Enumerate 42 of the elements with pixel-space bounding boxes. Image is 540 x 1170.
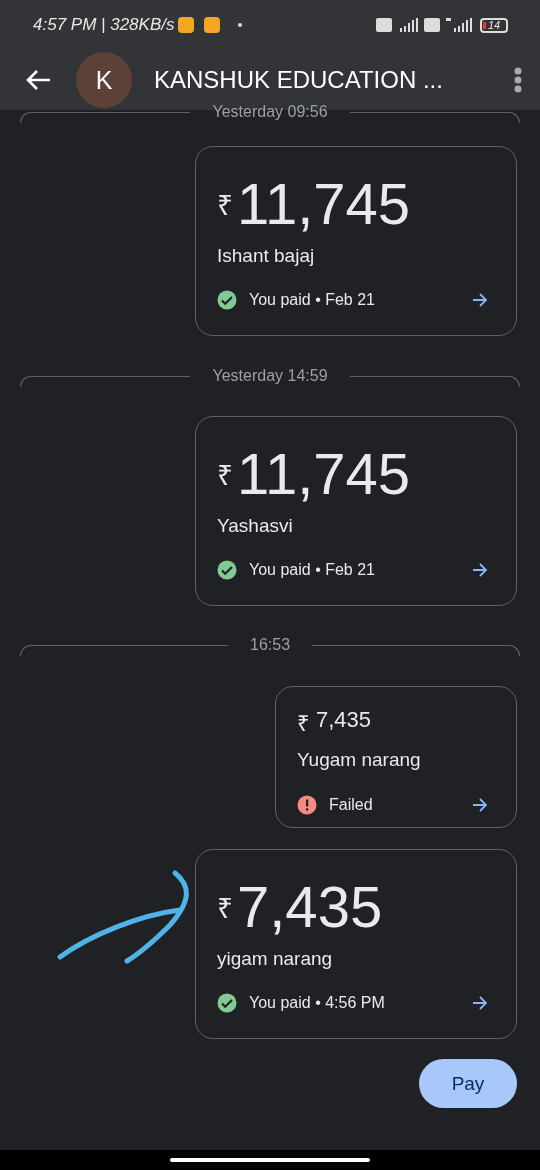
status-text: 4:57 PM | 328KB/s <box>33 15 175 35</box>
amount: 7,435 <box>316 707 372 733</box>
notification-icon <box>204 17 221 33</box>
currency-symbol: ₹ <box>297 710 310 737</box>
avatar: K <box>76 52 132 108</box>
battery-icon: 14 <box>480 17 508 33</box>
currency-symbol: ₹ <box>217 892 233 926</box>
arrow-icon[interactable] <box>472 798 488 812</box>
signal-icon <box>446 18 472 32</box>
payment-card[interactable]: ₹7,435 yigam narang You paid • 4:56 PM <box>195 849 517 1039</box>
more-options-icon[interactable] <box>514 67 522 93</box>
status-text: You paid • Feb 21 <box>249 291 376 309</box>
gesture-handle[interactable] <box>170 1158 370 1162</box>
payment-card[interactable]: ₹11,745 Ishant bajaj You paid • Feb 21 <box>195 146 517 336</box>
notification-icon <box>178 17 195 33</box>
date-label: 16:53 <box>249 635 292 655</box>
amount: 11,745 <box>237 173 411 235</box>
arrow-icon[interactable] <box>472 563 488 577</box>
pay-button[interactable]: Pay <box>419 1059 517 1108</box>
status-text: You paid • Feb 21 <box>249 561 376 579</box>
amount: 11,745 <box>237 443 411 505</box>
payment-card[interactable]: ₹ 7,435 Yugam narang Failed <box>275 686 517 828</box>
payee-name: yigam narang <box>217 948 334 970</box>
payee-name: Yugam narang <box>297 749 422 771</box>
status-text: Failed <box>329 796 374 814</box>
currency-symbol: ₹ <box>217 459 233 493</box>
payee-name: Yashasvi <box>217 515 294 537</box>
date-label: Yesterday 09:56 <box>211 102 329 122</box>
date-label: Yesterday 14:59 <box>211 366 329 386</box>
status-text: You paid • 4:56 PM <box>249 994 386 1012</box>
volte-icon <box>376 18 392 32</box>
payment-card[interactable]: ₹11,745 Yashasvi You paid • Feb 21 <box>195 416 517 606</box>
signal-icon <box>398 18 418 32</box>
chat-title: KANSHUK EDUCATION ... <box>154 66 444 94</box>
amount: 7,435 <box>237 876 383 938</box>
arrow-icon[interactable] <box>472 293 488 307</box>
payee-name: Ishant bajaj <box>217 245 316 267</box>
dot-icon <box>238 23 243 27</box>
volte-icon <box>424 18 440 32</box>
currency-symbol: ₹ <box>217 189 233 223</box>
back-icon[interactable] <box>24 68 52 92</box>
arrow-icon[interactable] <box>472 996 488 1010</box>
